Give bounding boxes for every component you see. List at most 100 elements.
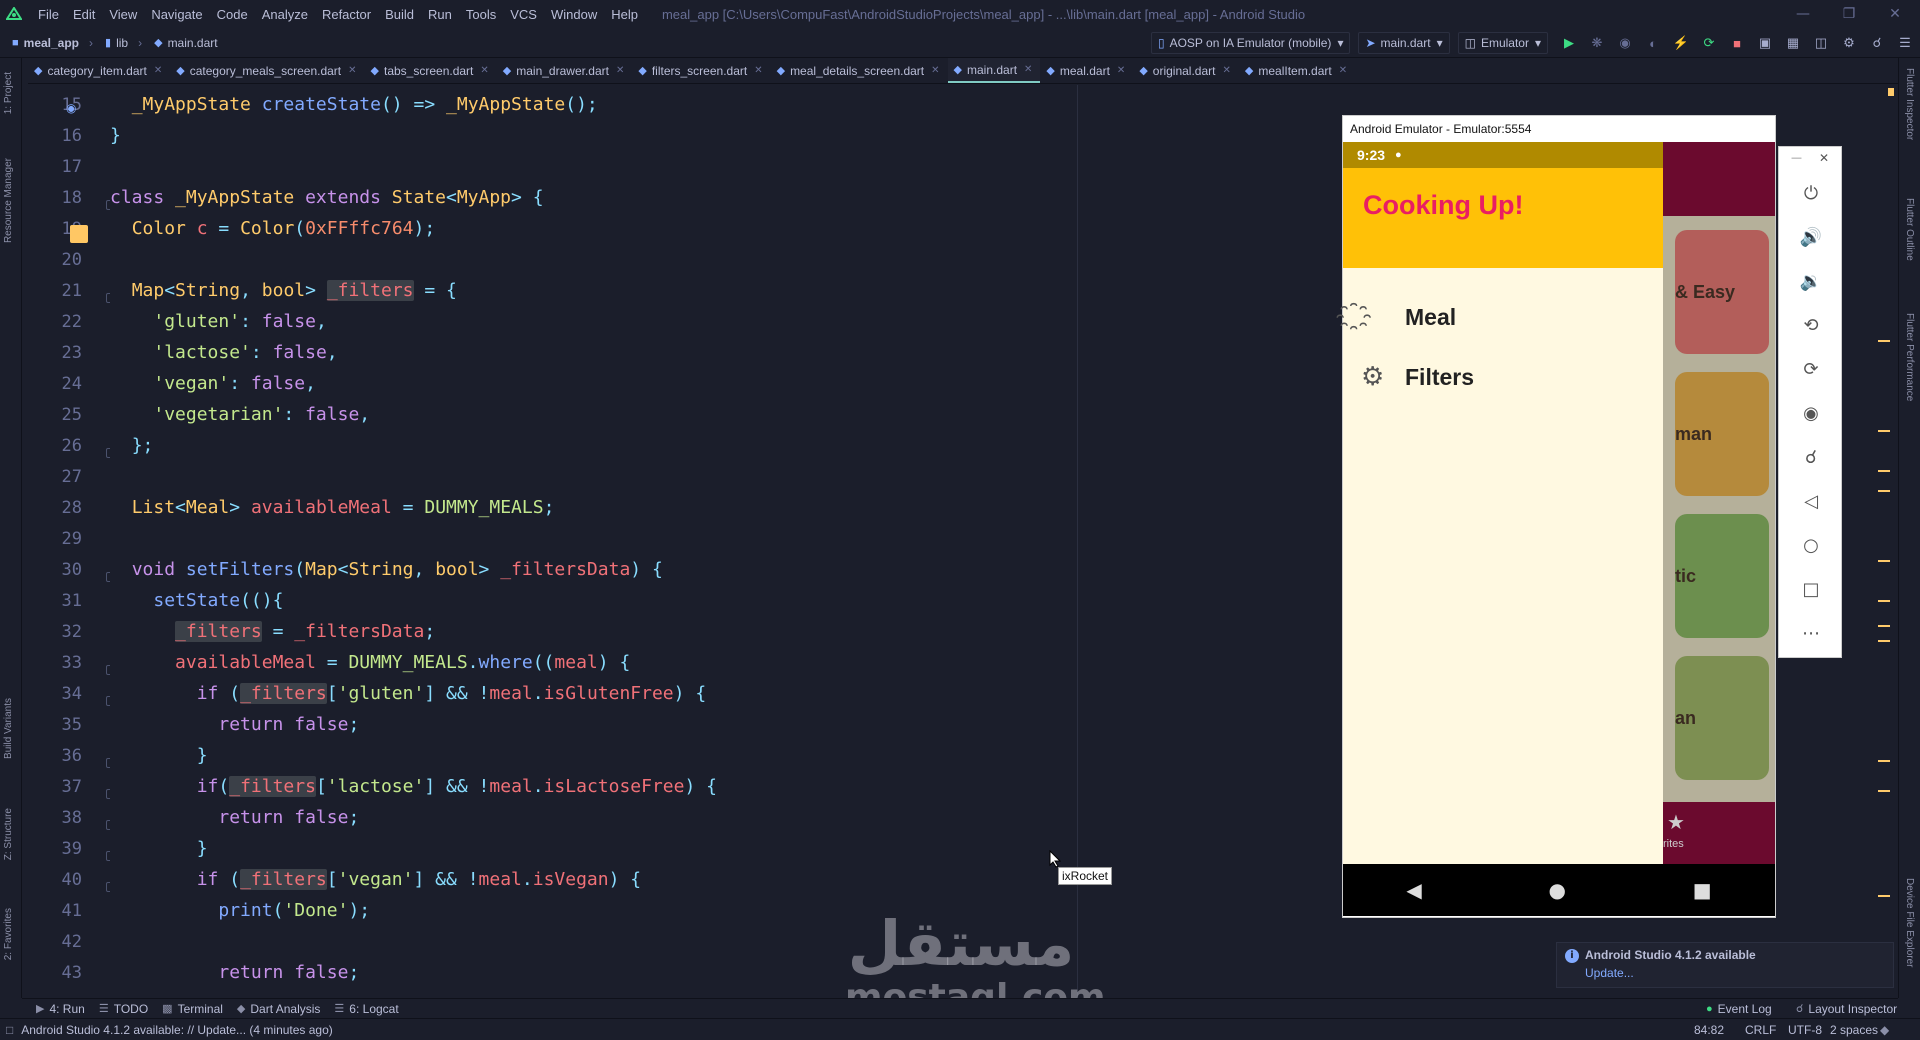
tab-filters-screen[interactable]: ◆ filters_screen.dart ✕ (632, 58, 770, 83)
rotate-left-icon[interactable]: ⟲ (1795, 309, 1827, 341)
tab-main-drawer[interactable]: ◆ main_drawer.dart ✕ (497, 58, 633, 83)
power-icon[interactable]: ⏻ (1795, 177, 1827, 209)
close-tab-icon[interactable]: ✕ (1117, 65, 1125, 76)
terminal-tool-button[interactable]: ▩ Terminal (162, 1002, 223, 1016)
run-tool-button[interactable]: ▶ 4: Run (36, 1002, 85, 1016)
tab-main[interactable]: ◆ main.dart ✕ (947, 58, 1041, 83)
code-line[interactable]: availableMeal = DUMMY_MEALS.where((meal)… (110, 647, 630, 678)
sdk-manager-icon[interactable]: ◫ (1808, 32, 1834, 54)
breadcrumb-folder[interactable]: ▮ lib › (105, 36, 142, 50)
menu-refactor[interactable]: Refactor (322, 7, 371, 22)
code-line[interactable]: Map<String, bool> _filters = { (110, 275, 457, 306)
flutter-outline-tool-button[interactable]: Flutter Outline (1904, 198, 1915, 261)
code-line[interactable]: if(_filters['lactose'] && !meal.isLactos… (110, 771, 717, 802)
close-tab-icon[interactable]: ✕ (931, 65, 939, 76)
close-tab-icon[interactable]: ✕ (616, 65, 624, 76)
debug-icon[interactable]: ❋ (1584, 32, 1610, 54)
menu-file[interactable]: File (38, 7, 59, 22)
minimize-button[interactable]: — (1780, 0, 1826, 28)
code-line[interactable]: return false; (110, 957, 359, 988)
menu-view[interactable]: View (109, 7, 137, 22)
close-window-button[interactable]: ✕ (1872, 0, 1918, 28)
code-line[interactable]: } (110, 740, 208, 771)
menu-code[interactable]: Code (217, 7, 248, 22)
coverage-icon[interactable]: ◐ (1640, 32, 1666, 54)
code-line[interactable]: } (110, 833, 208, 864)
code-line[interactable]: List<Meal> availableMeal = DUMMY_MEALS; (110, 492, 555, 523)
avd-manager-icon[interactable]: ▣ (1752, 32, 1778, 54)
code-line[interactable]: return false; (110, 802, 359, 833)
code-line[interactable]: 'vegetarian': false, (110, 399, 370, 430)
category-card[interactable]: tic (1675, 514, 1769, 638)
close-emulator-icon[interactable]: ✕ (1819, 151, 1829, 165)
code-line[interactable]: 'lactose': false, (110, 337, 337, 368)
tab-mealitem[interactable]: ◆ mealItem.dart ✕ (1239, 58, 1355, 83)
flutter-inspector-tool-button[interactable]: Flutter Inspector (1904, 68, 1915, 140)
code-line[interactable]: } (110, 120, 121, 151)
star-icon[interactable]: ★ (1667, 810, 1685, 834)
update-link[interactable]: Update... (1585, 966, 1634, 980)
gradle-sync-icon[interactable]: ⚙ (1836, 32, 1862, 54)
hot-restart-icon[interactable]: ⟳ (1696, 32, 1722, 54)
favorites-tool-button[interactable]: 2: Favorites (3, 908, 14, 960)
category-card[interactable]: & Easy (1675, 230, 1769, 354)
close-tab-icon[interactable]: ✕ (1222, 65, 1230, 76)
close-tab-icon[interactable]: ✕ (348, 65, 356, 76)
minimize-emulator-icon[interactable]: — (1791, 151, 1802, 164)
maximize-button[interactable]: ❐ (1826, 0, 1872, 28)
lock-icon[interactable]: ◆ (1880, 1023, 1889, 1037)
override-marker-icon[interactable]: ◉ (66, 101, 80, 115)
color-swatch-icon[interactable] (70, 225, 88, 243)
update-notification[interactable]: i Android Studio 4.1.2 available Update.… (1556, 942, 1894, 988)
overview-icon[interactable]: □ (1795, 573, 1827, 605)
close-tab-icon[interactable]: ✕ (480, 65, 488, 76)
tab-tabs-screen[interactable]: ◆ tabs_screen.dart ✕ (365, 58, 497, 83)
line-separator[interactable]: CRLF (1745, 1023, 1776, 1037)
project-tool-button[interactable]: 1: Project (3, 72, 14, 114)
breadcrumb-project[interactable]: ■ meal_app › (12, 36, 93, 50)
back-icon[interactable]: ◁ (1795, 485, 1827, 517)
drawer-item-filters[interactable]: ⚙ Filters (1343, 352, 1663, 402)
close-tab-icon[interactable]: ✕ (154, 65, 162, 76)
todo-tool-button[interactable]: ☰ TODO (99, 1002, 148, 1016)
caret-position[interactable]: 84:82 (1694, 1023, 1724, 1037)
code-line[interactable]: Color c = Color(0xFFffc764); (110, 213, 436, 244)
camera-icon[interactable]: ◉ (1795, 397, 1827, 429)
home-icon[interactable]: ○ (1795, 529, 1827, 561)
menu-analyze[interactable]: Analyze (262, 7, 308, 22)
menu-build[interactable]: Build (385, 7, 414, 22)
emulator-selector[interactable]: ◫ Emulator ▾ (1457, 32, 1548, 54)
menu-run[interactable]: Run (428, 7, 452, 22)
drawer-item-meal[interactable]: ҈ Meal (1343, 292, 1663, 342)
volume-up-icon[interactable]: 🔊 (1795, 221, 1827, 253)
tab-meal[interactable]: ◆ meal.dart ✕ (1040, 58, 1133, 83)
menu-tools[interactable]: Tools (466, 7, 496, 22)
more-icon[interactable]: ⋯ (1795, 617, 1827, 649)
category-card[interactable]: an (1675, 656, 1769, 780)
menu-edit[interactable]: Edit (73, 7, 95, 22)
device-selector[interactable]: ▯ AOSP on IA Emulator (mobile) ▾ (1150, 32, 1351, 54)
code-line[interactable]: 'gluten': false, (110, 306, 326, 337)
run-icon[interactable]: ▶ (1556, 32, 1582, 54)
code-line[interactable]: _MyAppState createState() => _MyAppState… (110, 89, 598, 120)
zoom-icon[interactable]: ☌ (1795, 441, 1827, 473)
code-line[interactable]: void setFilters(Map<String, bool> _filte… (110, 554, 663, 585)
menu-navigate[interactable]: Navigate (151, 7, 202, 22)
menu-help[interactable]: Help (611, 7, 638, 22)
flutter-performance-tool-button[interactable]: Flutter Performance (1904, 313, 1915, 401)
close-tab-icon[interactable]: ✕ (754, 65, 762, 76)
dart-analysis-tool-button[interactable]: ◆ Dart Analysis (237, 1002, 321, 1016)
device-file-explorer-tool-button[interactable]: Device File Explorer (1904, 878, 1915, 967)
menu-window[interactable]: Window (551, 7, 597, 22)
rotate-right-icon[interactable]: ⟳ (1795, 353, 1827, 385)
tab-category-item[interactable]: ◆ category_item.dart ✕ (28, 58, 170, 83)
code-line[interactable]: 'vegan': false, (110, 368, 316, 399)
layout-icon[interactable]: ▦ (1780, 32, 1806, 54)
event-log-tool-button[interactable]: ● Event Log (1706, 1002, 1772, 1016)
code-line[interactable]: if (_filters['vegan'] && !meal.isVegan) … (110, 864, 641, 895)
category-card[interactable]: man (1675, 372, 1769, 496)
code-line[interactable]: _filters = _filtersData; (110, 616, 435, 647)
tab-original[interactable]: ◆ original.dart ✕ (1133, 58, 1239, 83)
hot-reload-icon[interactable]: ⚡ (1668, 32, 1694, 54)
file-encoding[interactable]: UTF-8 (1788, 1023, 1822, 1037)
